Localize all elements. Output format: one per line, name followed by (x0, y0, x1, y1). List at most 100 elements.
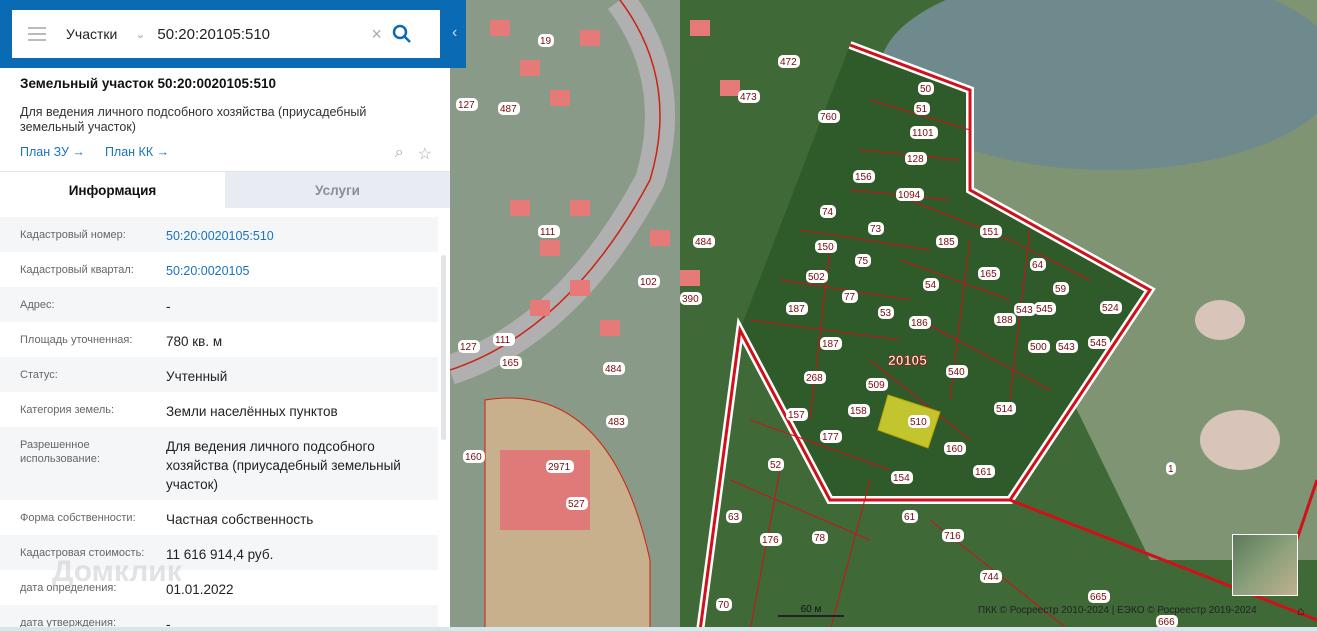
info-row: Разрешенное использование: Для ведения ли… (0, 427, 438, 500)
parcel-number-label[interactable]: 540 (948, 367, 965, 378)
parcel-number-label[interactable]: 543 (1058, 342, 1075, 353)
clear-icon[interactable]: × (371, 24, 382, 45)
chevron-down-icon[interactable]: ⌄ (135, 27, 145, 41)
favorite-star-icon[interactable]: ☆ (418, 144, 432, 164)
parcel-number-label[interactable]: 524 (1102, 303, 1119, 314)
parcel-number-label[interactable]: 545 (1036, 304, 1053, 315)
parcel-number-label[interactable]: 483 (608, 417, 625, 428)
parcel-title: Земельный участок 50:20:0020105:510 (20, 76, 277, 91)
parcel-number-label[interactable]: 160 (946, 444, 963, 455)
parcel-number-label[interactable]: 50 (920, 84, 932, 95)
parcel-number-label[interactable]: 509 (868, 380, 885, 391)
parcel-number-label[interactable]: 545 (1090, 338, 1107, 349)
search-icon[interactable] (392, 24, 412, 44)
parcel-number-label[interactable]: 150 (817, 242, 834, 253)
parcel-number-label[interactable]: 127 (460, 342, 477, 353)
parcel-number-label[interactable]: 19 (540, 36, 552, 47)
parcel-number-label[interactable]: 188 (996, 315, 1013, 326)
parcel-number-label[interactable]: 77 (844, 292, 856, 303)
parcel-number-label[interactable]: 187 (822, 339, 839, 350)
menu-icon[interactable] (28, 27, 46, 41)
parcel-number-label[interactable]: 52 (770, 460, 782, 471)
parcel-number-label[interactable]: 64 (1032, 260, 1044, 271)
parcel-number-label[interactable]: 177 (822, 432, 839, 443)
home-icon[interactable]: ⌂ (1297, 604, 1304, 618)
info-value-link[interactable]: 50:20:0020105:510 (166, 217, 418, 252)
info-value: Для ведения личного подсобного хозяйства… (166, 439, 401, 492)
parcel-number-label[interactable]: 187 (788, 304, 805, 315)
parcel-number-label[interactable]: 165 (980, 269, 997, 280)
parcel-number-label[interactable]: 158 (850, 406, 867, 417)
parcel-number-label[interactable]: 74 (822, 207, 834, 218)
parcel-number-label[interactable]: 59 (1055, 284, 1067, 295)
parcel-number-label[interactable]: 1094 (898, 190, 921, 201)
map-view[interactable]: 19 472 473 487 127 111 484 102 390 127 111 165 484 48… (450, 0, 1317, 631)
info-value: Частная собственность (166, 512, 314, 527)
parcel-number-label[interactable]: 760 (820, 112, 837, 123)
info-row: Кадастровый номер: 50:20:0020105:510 (0, 217, 438, 252)
basemap-switcher[interactable] (1232, 534, 1298, 596)
parcel-number-label[interactable]: 500 (1030, 342, 1047, 353)
parcel-number-label[interactable]: 716 (944, 531, 961, 542)
parcel-number-label[interactable]: 128 (907, 154, 924, 165)
info-value: - (166, 299, 171, 314)
category-select[interactable]: Участки (66, 26, 117, 42)
parcel-number-label[interactable]: 1 (1168, 464, 1174, 475)
info-key: Форма собственности: (20, 512, 136, 524)
search-input[interactable] (157, 25, 358, 43)
tab-services[interactable]: Услуги (225, 172, 450, 208)
info-value-link[interactable]: 50:20:0020105 (166, 252, 418, 287)
parcel-number-label[interactable]: 151 (982, 227, 999, 238)
plan-zu-link[interactable]: План ЗУ → (20, 145, 85, 159)
parcel-number-label[interactable]: 78 (814, 533, 826, 544)
parcel-number-label[interactable]: 70 (718, 600, 730, 611)
parcel-number-label[interactable]: 744 (982, 572, 999, 583)
tab-info[interactable]: Информация (0, 172, 225, 208)
parcel-number-label[interactable]: 161 (975, 467, 992, 478)
parcel-number-label[interactable]: 472 (780, 57, 797, 68)
scale-bar: 60 м (778, 604, 844, 617)
parcel-number-label[interactable]: 1101 (912, 128, 934, 139)
map-canvas[interactable]: 19 472 473 487 127 111 484 102 390 127 111 165 484 48… (450, 0, 1317, 631)
parcel-number-label[interactable]: 186 (911, 318, 928, 329)
parcel-number-label[interactable]: 176 (762, 535, 779, 546)
parcel-number-label[interactable]: 473 (740, 92, 757, 103)
parcel-number-label[interactable]: 102 (640, 277, 657, 288)
parcel-number-label[interactable]: 185 (938, 237, 955, 248)
parcel-number-label[interactable]: 53 (880, 308, 892, 319)
parcel-number-label[interactable]: 484 (695, 237, 712, 248)
parcel-number-label[interactable]: 51 (916, 104, 928, 115)
info-row: Статус: Учтенный (0, 357, 438, 392)
parcel-number-label[interactable]: 157 (788, 410, 805, 421)
parcel-number-label[interactable]: 165 (502, 358, 519, 369)
parcel-number-label[interactable]: 160 (465, 452, 482, 463)
parcel-number-label[interactable]: 510 (910, 417, 927, 428)
scrollbar[interactable] (441, 255, 446, 440)
parcel-number-label[interactable]: 665 (1090, 592, 1107, 603)
parcel-number-label[interactable]: 20105 (888, 352, 928, 369)
parcel-number-label[interactable]: 268 (806, 373, 823, 384)
parcel-number-label[interactable]: 514 (996, 404, 1013, 415)
collapse-panel-icon[interactable]: ‹ (452, 24, 457, 42)
parcel-number-label[interactable]: 543 (1016, 305, 1033, 316)
parcel-number-label[interactable]: 127 (458, 100, 475, 111)
parcel-number-label[interactable]: 111 (540, 227, 556, 238)
parcel-number-label[interactable]: 54 (925, 280, 937, 291)
parcel-number-label[interactable]: 527 (568, 499, 585, 510)
parcel-number-label[interactable]: 2971 (548, 462, 571, 473)
parcel-number-label[interactable]: 156 (855, 172, 872, 183)
plan-kk-link[interactable]: План КК → (105, 145, 169, 159)
parcel-number-label[interactable]: 75 (857, 256, 869, 267)
search-header: Участки ⌄ × ‹ (0, 0, 466, 68)
parcel-number-label[interactable]: 502 (808, 272, 825, 283)
zoom-to-parcel-icon[interactable]: ⌕ (395, 144, 404, 164)
parcel-number-label[interactable]: 111 (495, 335, 511, 346)
parcel-number-label[interactable]: 484 (605, 364, 622, 375)
parcel-number-label[interactable]: 390 (682, 294, 699, 305)
parcel-number-label[interactable]: 154 (893, 473, 910, 484)
map-attribution: ПКК © Росреестр 2010-2024 | ЕЭКО © Росре… (978, 605, 1257, 616)
parcel-number-label[interactable]: 63 (728, 512, 740, 523)
parcel-number-label[interactable]: 61 (904, 512, 916, 523)
parcel-number-label[interactable]: 487 (500, 104, 517, 115)
parcel-number-label[interactable]: 73 (870, 224, 882, 235)
